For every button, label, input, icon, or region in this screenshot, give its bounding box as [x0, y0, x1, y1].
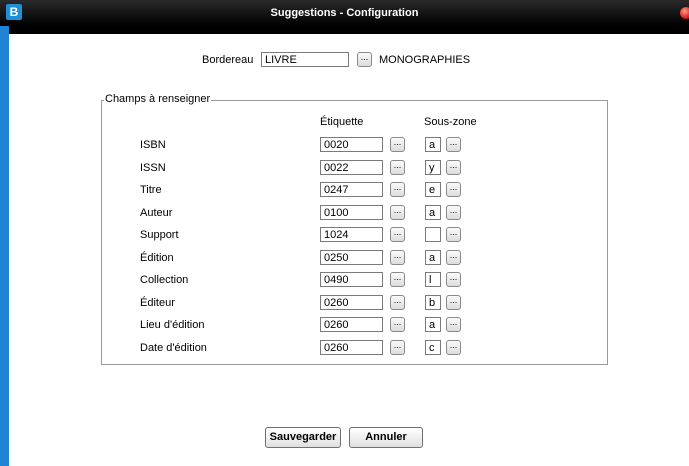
- etiquette-browse-button[interactable]: ...: [390, 295, 405, 310]
- souszone-browse-button[interactable]: ...: [446, 137, 461, 152]
- souszone-browse-button[interactable]: ...: [446, 160, 461, 175]
- column-header-etiquette: Étiquette: [320, 116, 364, 128]
- etiquette-input[interactable]: [320, 160, 383, 175]
- souszone-browse-button[interactable]: ...: [446, 250, 461, 265]
- souszone-input[interactable]: [425, 227, 441, 242]
- souszone-browse-button[interactable]: ...: [446, 205, 461, 220]
- etiquette-browse-button[interactable]: ...: [390, 317, 405, 332]
- souszone-browse-button[interactable]: ...: [446, 227, 461, 242]
- souszone-input[interactable]: [425, 250, 441, 265]
- souszone-browse-button[interactable]: ...: [446, 317, 461, 332]
- souszone-input[interactable]: [425, 182, 441, 197]
- field-label: Date d'édition: [140, 342, 207, 354]
- souszone-input[interactable]: [425, 205, 441, 220]
- field-label: Lieu d'édition: [140, 319, 205, 331]
- fields-group-right-border: [607, 100, 608, 365]
- bordereau-input[interactable]: [261, 52, 349, 67]
- field-label: Titre: [140, 184, 162, 196]
- souszone-browse-button[interactable]: ...: [446, 182, 461, 197]
- field-label: Édition: [140, 252, 174, 264]
- etiquette-input[interactable]: [320, 295, 383, 310]
- etiquette-browse-button[interactable]: ...: [390, 227, 405, 242]
- souszone-input[interactable]: [425, 272, 441, 287]
- bordereau-label: Bordereau: [202, 54, 254, 66]
- field-label: Auteur: [140, 207, 173, 219]
- column-header-souszone: Sous-zone: [424, 116, 477, 128]
- etiquette-browse-button[interactable]: ...: [390, 160, 405, 175]
- souszone-input[interactable]: [425, 317, 441, 332]
- souszone-input[interactable]: [425, 137, 441, 152]
- souszone-input[interactable]: [425, 160, 441, 175]
- field-label: Éditeur: [140, 297, 175, 309]
- souszone-input[interactable]: [425, 340, 441, 355]
- etiquette-input[interactable]: [320, 317, 383, 332]
- etiquette-input[interactable]: [320, 227, 383, 242]
- window-title: Suggestions - Configuration: [270, 7, 419, 19]
- etiquette-input[interactable]: [320, 340, 383, 355]
- etiquette-browse-button[interactable]: ...: [390, 205, 405, 220]
- souszone-browse-button[interactable]: ...: [446, 295, 461, 310]
- field-label: ISSN: [140, 162, 166, 174]
- window-frame-top: [9, 26, 689, 34]
- save-button[interactable]: Sauvegarder: [265, 427, 341, 448]
- etiquette-input[interactable]: [320, 250, 383, 265]
- etiquette-browse-button[interactable]: ...: [390, 272, 405, 287]
- souszone-input[interactable]: [425, 295, 441, 310]
- field-label: Collection: [140, 274, 189, 286]
- etiquette-browse-button[interactable]: ...: [390, 137, 405, 152]
- etiquette-browse-button[interactable]: ...: [390, 340, 405, 355]
- bordereau-browse-button[interactable]: ...: [357, 52, 372, 67]
- window-frame-left: [0, 26, 9, 466]
- etiquette-input[interactable]: [320, 182, 383, 197]
- etiquette-browse-button[interactable]: ...: [390, 182, 405, 197]
- etiquette-browse-button[interactable]: ...: [390, 250, 405, 265]
- bordereau-description: MONOGRAPHIES: [379, 54, 471, 66]
- cancel-button[interactable]: Annuler: [349, 427, 423, 448]
- field-label: Support: [140, 229, 179, 241]
- dialog-content: Bordereau ... MONOGRAPHIES Champs à rens…: [9, 34, 689, 466]
- souszone-browse-button[interactable]: ...: [446, 272, 461, 287]
- etiquette-input[interactable]: [320, 272, 383, 287]
- etiquette-input[interactable]: [320, 205, 383, 220]
- close-icon[interactable]: [680, 7, 689, 19]
- title-bar: B Suggestions - Configuration: [0, 0, 689, 26]
- fields-group-legend: Champs à renseigner: [104, 93, 212, 105]
- etiquette-input[interactable]: [320, 137, 383, 152]
- field-label: ISBN: [140, 139, 166, 151]
- souszone-browse-button[interactable]: ...: [446, 340, 461, 355]
